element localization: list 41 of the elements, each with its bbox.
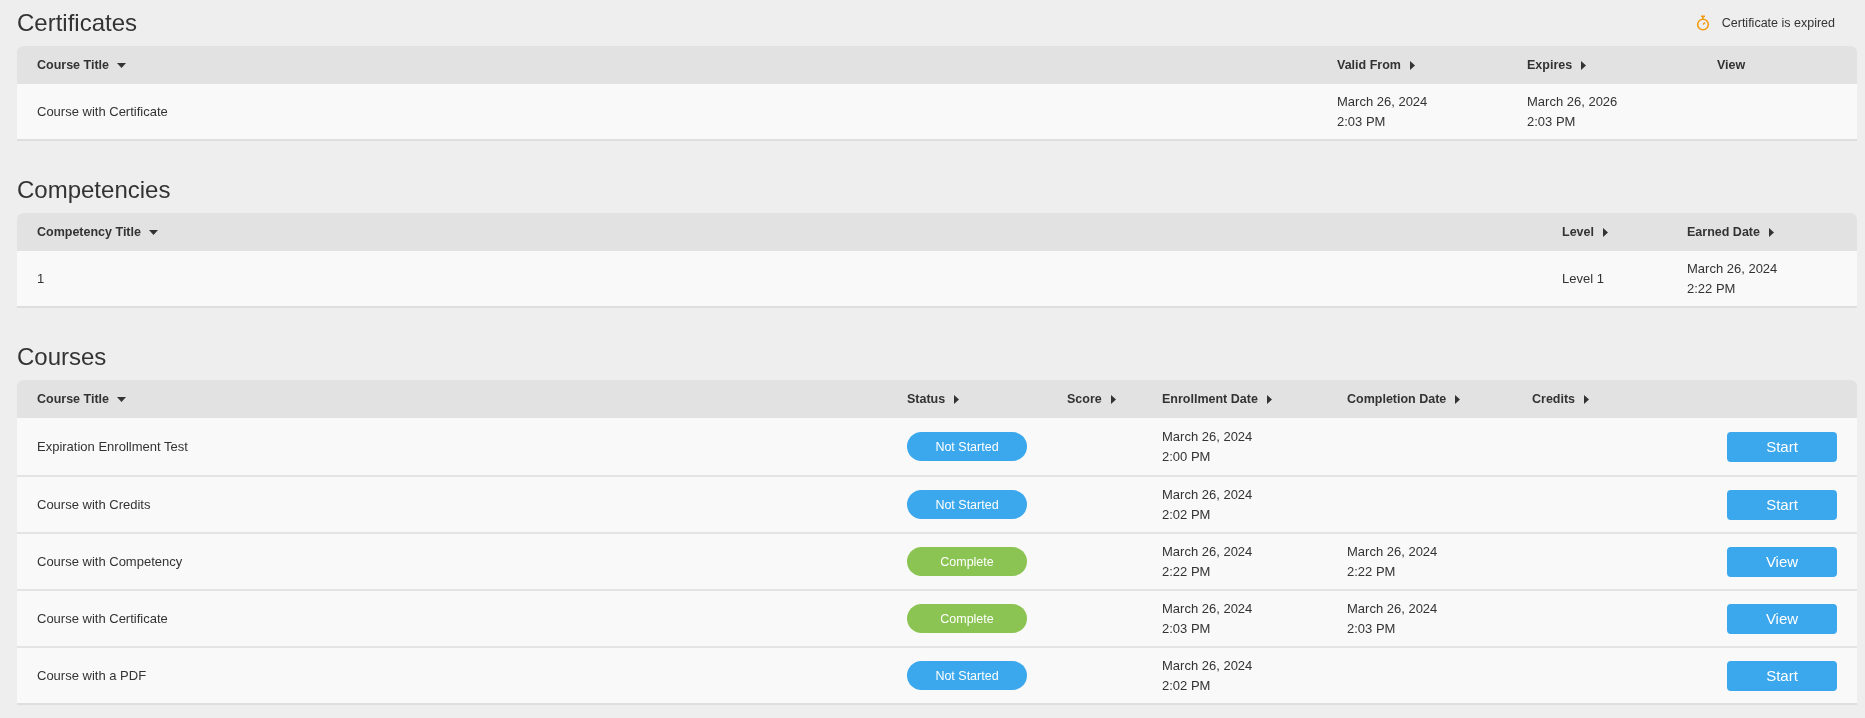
column-header[interactable]: Status xyxy=(907,392,946,406)
enrollment-date: March 26, 2024 2:02 PM xyxy=(1162,656,1253,695)
date-text: March 26, 2026 2:03 PM xyxy=(1527,92,1618,131)
status-badge: Complete xyxy=(907,604,1027,633)
table-cell: Course with Certificate xyxy=(37,104,168,119)
column-header[interactable]: Enrollment Date xyxy=(1162,392,1258,406)
course-title: Course with a PDF xyxy=(37,668,147,683)
column-header[interactable]: Valid From xyxy=(1337,58,1401,72)
column-header: View xyxy=(1717,58,1746,72)
column-header[interactable]: Earned Date xyxy=(1687,225,1760,239)
section-title: Certificates xyxy=(17,9,138,37)
enrollment-date: March 26, 2024 2:02 PM xyxy=(1162,485,1253,524)
course-title: Course with Certificate xyxy=(37,611,168,626)
course-title: Course with Credits xyxy=(37,497,151,512)
column-header[interactable]: Credits xyxy=(1532,392,1576,406)
enrollment-date: March 26, 2024 2:03 PM xyxy=(1162,599,1253,638)
completion-date: March 26, 2024 2:03 PM xyxy=(1347,599,1438,638)
section-title: Competencies xyxy=(17,176,171,204)
enrollment-date: March 26, 2024 2:22 PM xyxy=(1162,542,1253,581)
column-header[interactable]: Course Title xyxy=(37,392,109,406)
column-header[interactable]: Competency Title xyxy=(37,225,141,239)
date-text: March 26, 2024 2:03 PM xyxy=(1337,92,1428,131)
column-header[interactable]: Course Title xyxy=(37,58,109,72)
stopwatch-icon xyxy=(1695,15,1710,31)
column-header[interactable]: Score xyxy=(1067,392,1102,406)
date-text: March 26, 2024 2:22 PM xyxy=(1687,259,1778,298)
column-header[interactable]: Level xyxy=(1562,225,1594,239)
completion-date: March 26, 2024 2:22 PM xyxy=(1347,542,1438,581)
course-title: Expiration Enrollment Test xyxy=(37,439,188,454)
table-cell: 1 xyxy=(37,271,45,286)
course-title: Course with Competency xyxy=(37,554,183,569)
status-badge: Complete xyxy=(907,547,1027,576)
status-badge: Not Started xyxy=(907,490,1027,519)
legend-label: Certificate is expired xyxy=(1721,16,1835,30)
section-title: Courses xyxy=(17,343,107,371)
enrollment-date: March 26, 2024 2:00 PM xyxy=(1162,427,1253,466)
column-header[interactable]: Completion Date xyxy=(1347,392,1447,406)
status-badge: Not Started xyxy=(907,432,1027,461)
table-cell: Level 1 xyxy=(1562,271,1604,286)
status-badge: Not Started xyxy=(907,661,1027,690)
column-header[interactable]: Expires xyxy=(1527,58,1573,72)
